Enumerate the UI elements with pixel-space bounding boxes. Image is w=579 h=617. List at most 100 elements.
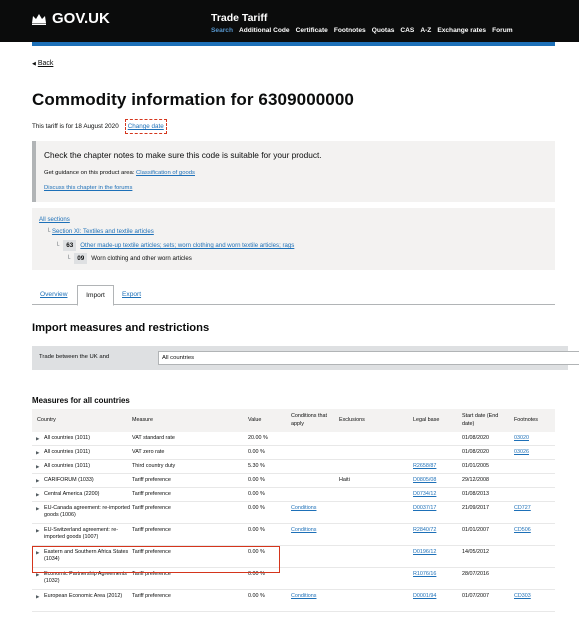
elbow-icon: └	[55, 242, 60, 249]
cell-measure: VAT zero rate	[132, 449, 165, 455]
section-crumb: └ Section XI: Textiles and textile artic…	[46, 228, 154, 235]
table-header: Country Measure Value Conditions that ap…	[32, 409, 555, 432]
section-link[interactable]: Section XI: Textiles and textile article…	[52, 228, 154, 235]
cell-footnote-link[interactable]: 03020	[514, 435, 554, 442]
cell-country: All countries (1011)	[44, 463, 91, 469]
table-row[interactable]: ▶ EU-Switzerland agreement: re-imported g…	[32, 524, 555, 546]
cell-footnote-link[interactable]: CD727	[514, 505, 554, 512]
expand-caret-icon[interactable]: ▶	[36, 450, 39, 456]
cell-conditions-link[interactable]: Conditions	[291, 505, 335, 512]
chapter-notes-panel: Check the chapter notes to make sure thi…	[32, 141, 555, 202]
govuk-logo[interactable]: GOV.UK	[31, 10, 110, 27]
table-body: ▶ All countries (1011) VAT standard rate 20…	[32, 432, 555, 612]
service-name[interactable]: Trade Tariff	[211, 12, 267, 24]
nav-item[interactable]: Quotas	[372, 27, 395, 34]
cell-legal-base-link[interactable]: D0196/12	[413, 549, 458, 556]
cell-measure: Tariff preference	[132, 505, 171, 511]
chapter-link[interactable]: Other made-up textile articles; sets; wo…	[80, 242, 294, 249]
expand-caret-icon[interactable]: ▶	[36, 594, 39, 600]
col-start-date: Start date (End date)	[462, 413, 499, 427]
tariff-date-text: This tariff is for 18 August 2020	[32, 123, 119, 130]
cell-conditions-link[interactable]: Conditions	[291, 527, 335, 534]
crown-icon	[32, 14, 46, 25]
cell-legal-base-link[interactable]: D0037/17	[413, 505, 458, 512]
back-label: Back	[37, 60, 54, 67]
table-row[interactable]: ▶ All countries (1011) Third country duty 5…	[32, 460, 555, 474]
nav-item[interactable]: Additional Code	[239, 27, 290, 34]
table-row[interactable]: ▶ Central America (2200) Tariff preference…	[32, 488, 555, 502]
country-select[interactable]: All countries ▼	[158, 351, 579, 365]
cell-legal-base-link[interactable]: R2840/72	[413, 527, 458, 534]
cell-country: CARIFORUM (1033)	[44, 477, 94, 483]
table-row[interactable]: ▶ All countries (1011) VAT standard rate 20…	[32, 432, 555, 446]
cell-measure: Tariff preference	[132, 477, 171, 483]
chapter-crumb: └ 63 Other made-up textile articles; set…	[55, 240, 294, 251]
cell-start-date: 14/05/2012	[462, 549, 489, 555]
cell-conditions-link[interactable]: Conditions	[291, 593, 335, 600]
cell-start-date: 01/01/2007	[462, 527, 489, 533]
cell-legal-base-link[interactable]: D0001/94	[413, 593, 458, 600]
nav-item[interactable]: Exchange rates	[437, 27, 486, 34]
cell-start-date: 01/08/2020	[462, 435, 489, 441]
cell-value: 5.30 %	[248, 463, 265, 469]
cell-legal-base-link[interactable]: D0805/08	[413, 477, 458, 484]
col-footnotes: Footnotes	[514, 416, 538, 423]
nav-item[interactable]: Certificate	[296, 27, 328, 34]
expand-caret-icon[interactable]: ▶	[36, 528, 39, 534]
country-select-value: All countries	[162, 355, 195, 361]
guidance-prefix: Get guidance on this product area:	[44, 170, 137, 176]
elbow-icon: └	[66, 255, 71, 262]
guidance-line: Get guidance on this product area: Class…	[44, 170, 195, 176]
trade-filter: Trade between the UK and All countries ▼	[32, 346, 579, 370]
cell-start-date: 01/07/2007	[462, 593, 489, 599]
cell-value: 0.00 %	[248, 477, 265, 483]
col-country: Country	[37, 416, 56, 423]
expand-caret-icon[interactable]: ▶	[36, 492, 39, 498]
back-link[interactable]: ◀ Back	[32, 60, 53, 67]
table-row[interactable]: ▶ European Economic Area (2012) Tariff pre…	[32, 590, 555, 612]
cell-start-date: 01/08/2013	[462, 491, 489, 497]
col-exclusions: Exclusions	[339, 416, 365, 423]
table-row[interactable]: ▶ All countries (1011) VAT zero rate 0.00 %…	[32, 446, 555, 460]
expand-caret-icon[interactable]: ▶	[36, 478, 39, 484]
col-measure: Measure	[132, 416, 153, 423]
nav-item[interactable]: Search	[211, 27, 233, 34]
nav-item[interactable]: CAS	[400, 27, 414, 34]
cell-legal-base-link[interactable]: D0734/12	[413, 491, 458, 498]
cell-value: 0.00 %	[248, 527, 265, 533]
col-conditions: Conditions that apply	[291, 413, 327, 427]
tab-import[interactable]: Import	[77, 285, 114, 306]
cell-legal-base-link[interactable]: R1076/16	[413, 571, 458, 578]
tab-export[interactable]: Export	[122, 285, 141, 305]
table-row[interactable]: ▶ CARIFORUM (1033) Tariff preference 0.00 %…	[32, 474, 555, 488]
cell-value: 0.00 %	[248, 449, 265, 455]
import-measures-heading: Import measures and restrictions	[32, 322, 210, 334]
change-date-link[interactable]: Change date	[124, 119, 167, 134]
nav-item[interactable]: Footnotes	[334, 27, 366, 34]
page-title: Commodity information for 6309000000	[32, 90, 354, 109]
expand-caret-icon[interactable]: ▶	[36, 506, 39, 512]
heading-crumb: └ 09 Worn clothing and other worn articl…	[66, 253, 192, 264]
cell-country: European Economic Area (2012)	[44, 593, 123, 599]
table-row[interactable]: ▶ EU-Canada agreement: re-imported goods …	[32, 502, 555, 524]
cell-country: All countries (1011)	[44, 435, 91, 441]
nav-item[interactable]: Forum	[492, 27, 513, 34]
site-header: GOV.UK Trade Tariff Search Additional Cod…	[0, 0, 579, 42]
cell-footnote-link[interactable]: CD506	[514, 527, 554, 534]
nav-item[interactable]: A-Z	[420, 27, 431, 34]
cell-measure: Tariff preference	[132, 491, 171, 497]
cell-country: EU-Canada agreement: re-imported goods (…	[44, 505, 130, 519]
expand-caret-icon[interactable]: ▶	[36, 436, 39, 442]
discuss-forum-link[interactable]: Discuss this chapter in the forums	[44, 185, 132, 191]
commodity-breadcrumbs: All sections └ Section XI: Textiles and …	[32, 208, 555, 270]
all-sections-link[interactable]: All sections	[39, 216, 70, 223]
cell-legal-base-link[interactable]: R2658/87	[413, 463, 458, 470]
expand-caret-icon[interactable]: ▶	[36, 464, 39, 470]
tab-overview[interactable]: Overview	[40, 285, 67, 305]
classification-guidance-link[interactable]: Classification of goods	[136, 170, 195, 176]
cell-footnote-link[interactable]: CD303	[514, 593, 554, 600]
cell-value: 0.00 %	[248, 491, 265, 497]
cell-footnote-link[interactable]: 03026	[514, 449, 554, 456]
cell-value: 20.00 %	[248, 435, 268, 441]
cell-value: 0.00 %	[248, 593, 265, 599]
